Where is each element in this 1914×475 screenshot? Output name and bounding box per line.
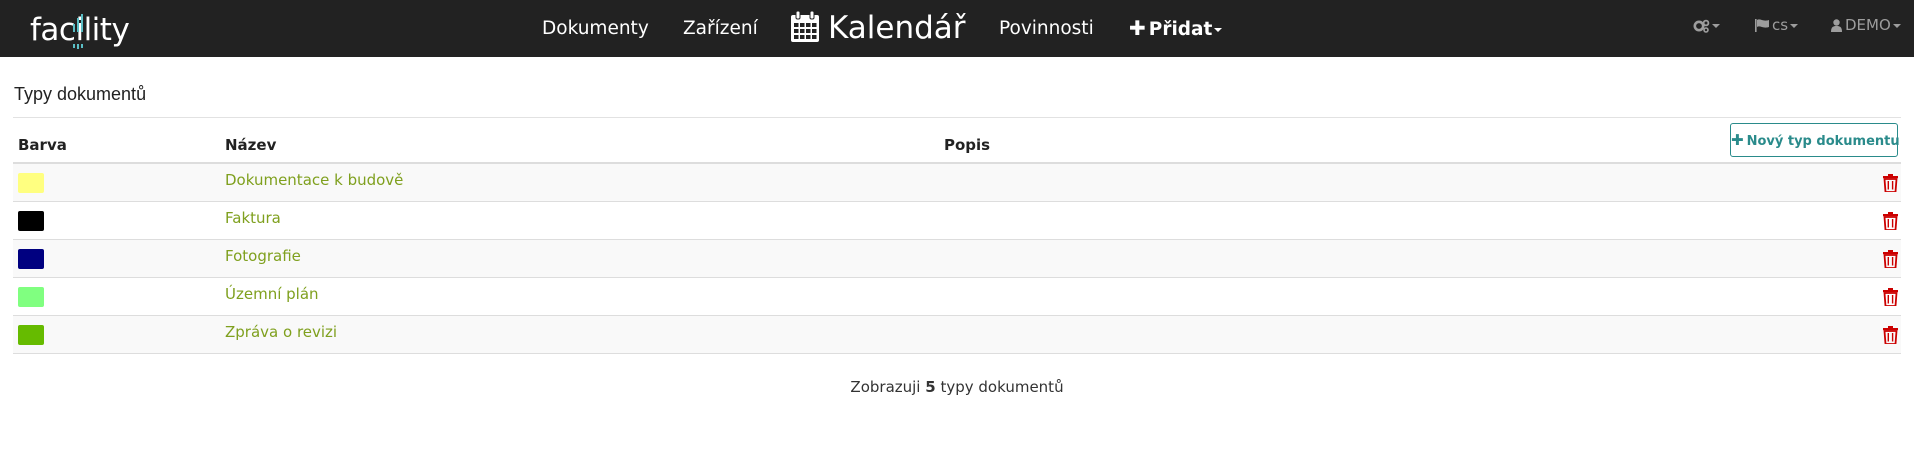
table-row: Zpráva o revizi — [13, 316, 1901, 354]
trash-icon[interactable] — [1883, 174, 1898, 192]
document-types-table: Dokumentace k budově Faktura Fotografie — [13, 164, 1901, 354]
gears-icon — [1693, 19, 1710, 33]
nav-dokumenty[interactable]: Dokumenty — [542, 0, 649, 57]
color-swatch — [18, 211, 44, 231]
trash-icon[interactable] — [1883, 326, 1898, 344]
document-type-link[interactable]: Dokumentace k budově — [225, 171, 403, 189]
caret-down-icon — [1892, 23, 1901, 28]
results-prefix: Zobrazuji — [850, 378, 921, 396]
plus-icon: ✚ — [1731, 131, 1744, 149]
nav-kalendar[interactable]: Kalendář — [790, 0, 966, 57]
calendar-icon — [791, 10, 819, 42]
column-header-popis: Popis — [944, 136, 991, 154]
results-count: 5 — [925, 378, 936, 396]
results-summary: Zobrazuji 5 typy dokumentů — [0, 378, 1914, 396]
new-document-type-label: Nový typ dokumentu — [1746, 134, 1900, 149]
results-suffix: typy dokumentů — [940, 378, 1064, 396]
table-row: Fotografie — [13, 240, 1901, 278]
column-header-nazev: Název — [225, 136, 277, 154]
logo-bars-icon — [73, 14, 83, 49]
caret-down-icon — [1214, 28, 1223, 32]
trash-icon[interactable] — [1883, 212, 1898, 230]
language-dropdown[interactable]: cs — [1755, 0, 1799, 50]
trash-icon[interactable] — [1883, 288, 1898, 306]
user-icon — [1831, 19, 1842, 32]
divider — [13, 117, 1901, 118]
color-swatch — [18, 287, 44, 307]
document-type-link[interactable]: Zpráva o revizi — [225, 323, 337, 341]
color-swatch — [18, 173, 44, 193]
document-type-link[interactable]: Územní plán — [225, 285, 319, 303]
top-navbar: facility Dokumenty Zařízení Kalendář Pov… — [0, 0, 1914, 57]
flag-icon — [1755, 19, 1769, 32]
user-dropdown[interactable]: DEMO — [1831, 0, 1901, 50]
nav-pridat-dropdown[interactable]: ✚ Přidat — [1129, 0, 1223, 57]
trash-icon[interactable] — [1883, 250, 1898, 268]
plus-icon: ✚ — [1129, 16, 1146, 40]
table-row: Územní plán — [13, 278, 1901, 316]
new-document-type-button[interactable]: ✚ Nový typ dokumentu — [1730, 123, 1900, 157]
nav-kalendar-label: Kalendář — [828, 10, 966, 46]
settings-dropdown[interactable] — [1693, 0, 1720, 50]
language-label: cs — [1772, 16, 1789, 34]
caret-down-icon — [1712, 23, 1720, 28]
table-row: Faktura — [13, 202, 1901, 240]
table-row: Dokumentace k budově — [13, 164, 1901, 202]
color-swatch — [18, 249, 44, 269]
facility-logo[interactable]: facility — [30, 8, 140, 50]
nav-pridat-label: Přidat — [1148, 19, 1213, 40]
nav-povinnosti[interactable]: Povinnosti — [999, 0, 1094, 57]
document-type-link[interactable]: Fotografie — [225, 247, 301, 265]
user-label: DEMO — [1845, 16, 1891, 34]
nav-zarizeni[interactable]: Zařízení — [683, 0, 758, 57]
color-swatch — [18, 325, 44, 345]
caret-down-icon — [1790, 23, 1799, 28]
column-header-barva: Barva — [18, 136, 67, 154]
document-type-link[interactable]: Faktura — [225, 209, 281, 227]
page-title: Typy dokumentů — [14, 84, 147, 104]
